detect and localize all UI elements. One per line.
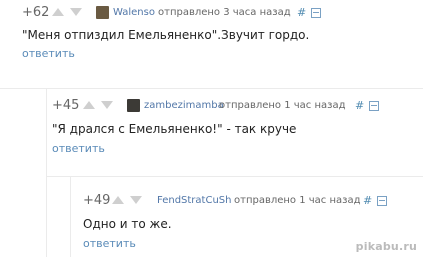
comment-text: "Я дрался с Емельяненко!" - так круче xyxy=(52,122,297,136)
username-link[interactable]: Walenso xyxy=(113,5,155,21)
collapse-icon[interactable] xyxy=(377,196,387,206)
downvote-icon[interactable] xyxy=(70,8,82,16)
comment: +62 Walenso отправлено 3 часа назад # "М… xyxy=(22,5,422,75)
thread-line xyxy=(70,176,71,257)
rating-count: +45 xyxy=(52,98,80,113)
collapse-icon[interactable] xyxy=(311,8,321,18)
permalink-link[interactable]: # xyxy=(297,5,306,21)
downvote-icon[interactable] xyxy=(130,196,142,204)
permalink-link[interactable]: # xyxy=(363,193,372,209)
comment: +45 zambezimamba отправлено 1 час назад … xyxy=(52,98,422,168)
avatar[interactable] xyxy=(127,99,140,112)
rating-count: +49 xyxy=(83,193,111,208)
comment-text: Одно и то же. xyxy=(83,217,172,231)
avatar[interactable] xyxy=(96,6,109,19)
thread-line xyxy=(46,88,47,257)
downvote-icon[interactable] xyxy=(101,101,113,109)
reply-link[interactable]: ответить xyxy=(83,237,136,251)
username-link[interactable]: zambezimamba xyxy=(144,98,224,114)
thread-line xyxy=(46,176,423,177)
watermark: pikabu.ru xyxy=(355,240,417,253)
timestamp: отправлено 1 час назад xyxy=(219,100,346,111)
reply-link[interactable]: ответить xyxy=(52,142,105,156)
rating-count: +62 xyxy=(22,5,50,20)
timestamp: отправлено 1 час назад xyxy=(234,195,361,206)
permalink-link[interactable]: # xyxy=(355,98,364,114)
reply-link[interactable]: ответить xyxy=(22,47,75,61)
upvote-icon[interactable] xyxy=(83,101,95,109)
upvote-icon[interactable] xyxy=(112,196,124,204)
thread-line xyxy=(0,88,423,89)
timestamp: отправлено 3 часа назад xyxy=(158,7,291,18)
username-link[interactable]: FendStratCuSh xyxy=(157,193,231,209)
collapse-icon[interactable] xyxy=(369,101,379,111)
comment-text: "Меня отпиздил Емельяненко".Звучит гордо… xyxy=(22,28,310,42)
upvote-icon[interactable] xyxy=(52,8,64,16)
